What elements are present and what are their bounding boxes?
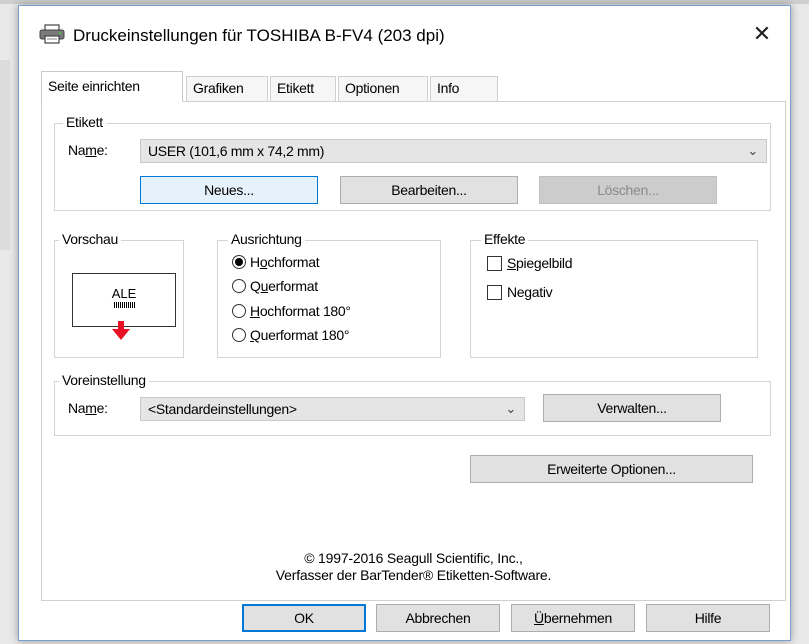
voreinstellung-name-value: <Standardeinstellungen>	[148, 401, 297, 417]
radio-unselected-icon	[232, 304, 246, 318]
radio-querformat-180[interactable]: Querformat 180°	[232, 327, 349, 343]
radio-hochformat-180[interactable]: Hochformat 180°	[232, 303, 351, 319]
new-label-button-text: Neues...	[204, 182, 254, 198]
manage-presets-button[interactable]: Verwalten...	[543, 394, 721, 422]
tab-label: Grafiken	[193, 80, 244, 96]
advanced-options-button-text: Erweiterte Optionen...	[547, 461, 676, 477]
background-scrollbar	[0, 60, 10, 250]
delete-label-button[interactable]: Löschen...	[539, 176, 717, 204]
checkbox-negativ[interactable]: Negativ	[487, 284, 553, 300]
tab-etikett[interactable]: Etikett	[270, 76, 336, 101]
close-button[interactable]: ✕	[748, 20, 776, 48]
radio-hochformat[interactable]: Hochformat	[232, 254, 320, 270]
print-settings-dialog: Druckeinstellungen für TOSHIBA B-FV4 (20…	[18, 5, 791, 641]
cancel-button[interactable]: Abbrechen	[376, 604, 500, 632]
feed-direction-arrow-icon	[112, 321, 130, 340]
tab-label: Seite einrichten	[48, 78, 140, 94]
window-title: Druckeinstellungen für TOSHIBA B-FV4 (20…	[73, 26, 445, 45]
printer-icon	[39, 24, 65, 44]
tab-panel-seite-einrichten: Etikett Name: USER (101,6 mm x 74,2 mm) …	[41, 101, 786, 601]
radio-unselected-icon	[232, 328, 246, 342]
apply-button-text: Übernehmen	[534, 610, 612, 626]
checkbox-unchecked-icon	[487, 284, 502, 300]
apply-button[interactable]: Übernehmen	[511, 604, 635, 632]
tab-info[interactable]: Info	[430, 76, 498, 101]
etikett-name-dropdown[interactable]: USER (101,6 mm x 74,2 mm) ⌄	[140, 139, 767, 163]
radio-querformat[interactable]: Querformat	[232, 278, 318, 294]
chevron-down-icon: ⌄	[747, 143, 758, 158]
label-preview: ALE	[72, 273, 176, 327]
etikett-name-value: USER (101,6 mm x 74,2 mm)	[148, 143, 325, 159]
voreinstellung-name-label: Name:	[68, 400, 108, 416]
delete-label-button-text: Löschen...	[597, 182, 659, 198]
etikett-name-label: Name:	[68, 142, 108, 158]
checkbox-negativ-label: Negativ	[507, 284, 553, 300]
checkbox-unchecked-icon	[487, 255, 502, 271]
copyright-line-1: © 1997-2016 Seagull Scientific, Inc.,	[304, 550, 523, 566]
radio-unselected-icon	[232, 279, 246, 293]
etikett-group: Etikett Name: USER (101,6 mm x 74,2 mm) …	[54, 114, 771, 211]
edit-label-button[interactable]: Bearbeiten...	[340, 176, 518, 204]
background-bar	[0, 0, 809, 4]
help-button[interactable]: Hilfe	[646, 604, 770, 632]
edit-label-button-text: Bearbeiten...	[391, 182, 467, 198]
vorschau-group-title: Vorschau	[59, 231, 121, 247]
help-button-text: Hilfe	[694, 610, 722, 626]
radio-selected-icon	[232, 255, 246, 269]
preview-sample-text: ALE	[111, 286, 137, 301]
voreinstellung-group: Voreinstellung Name: <Standardeinstellun…	[54, 372, 771, 436]
advanced-options-button[interactable]: Erweiterte Optionen...	[470, 455, 753, 483]
tab-seite-einrichten[interactable]: Seite einrichten	[41, 71, 183, 102]
ok-button[interactable]: OK	[242, 604, 366, 632]
radio-querformat-label: Querformat	[250, 278, 318, 294]
ausrichtung-group: Ausrichtung Hochformat Querformat Hochfo…	[217, 231, 441, 358]
tab-label: Optionen	[345, 80, 400, 96]
chevron-down-icon: ⌄	[505, 401, 516, 416]
effekte-group: Effekte Spiegelbild Negativ	[470, 231, 758, 358]
checkbox-spiegelbild-label: Spiegelbild	[507, 255, 573, 271]
barcode-icon	[114, 302, 136, 308]
ausrichtung-group-title: Ausrichtung	[228, 231, 305, 247]
checkbox-spiegelbild[interactable]: Spiegelbild	[487, 255, 573, 271]
cancel-button-text: Abbrechen	[405, 610, 471, 626]
title-bar: Druckeinstellungen für TOSHIBA B-FV4 (20…	[19, 6, 790, 58]
voreinstellung-group-title: Voreinstellung	[59, 372, 149, 388]
tab-label: Etikett	[277, 80, 314, 96]
close-icon: ✕	[752, 21, 772, 46]
manage-presets-button-text: Verwalten...	[597, 400, 667, 416]
radio-querformat-180-label: Querformat 180°	[250, 327, 350, 343]
radio-hochformat-label: Hochformat	[250, 254, 320, 270]
radio-hochformat-180-label: Hochformat 180°	[250, 303, 351, 319]
new-label-button[interactable]: Neues...	[140, 176, 318, 204]
tab-optionen[interactable]: Optionen	[338, 76, 428, 101]
ok-button-text: OK	[294, 610, 314, 626]
voreinstellung-name-dropdown[interactable]: <Standardeinstellungen> ⌄	[140, 397, 525, 421]
etikett-group-title: Etikett	[63, 114, 106, 130]
effekte-group-title: Effekte	[481, 231, 529, 247]
vorschau-group: Vorschau ALE	[54, 231, 184, 358]
tab-grafiken[interactable]: Grafiken	[186, 76, 268, 101]
tab-label: Info	[437, 80, 460, 96]
copyright-line-2: Verfasser der BarTender® Etiketten-Softw…	[275, 567, 552, 583]
